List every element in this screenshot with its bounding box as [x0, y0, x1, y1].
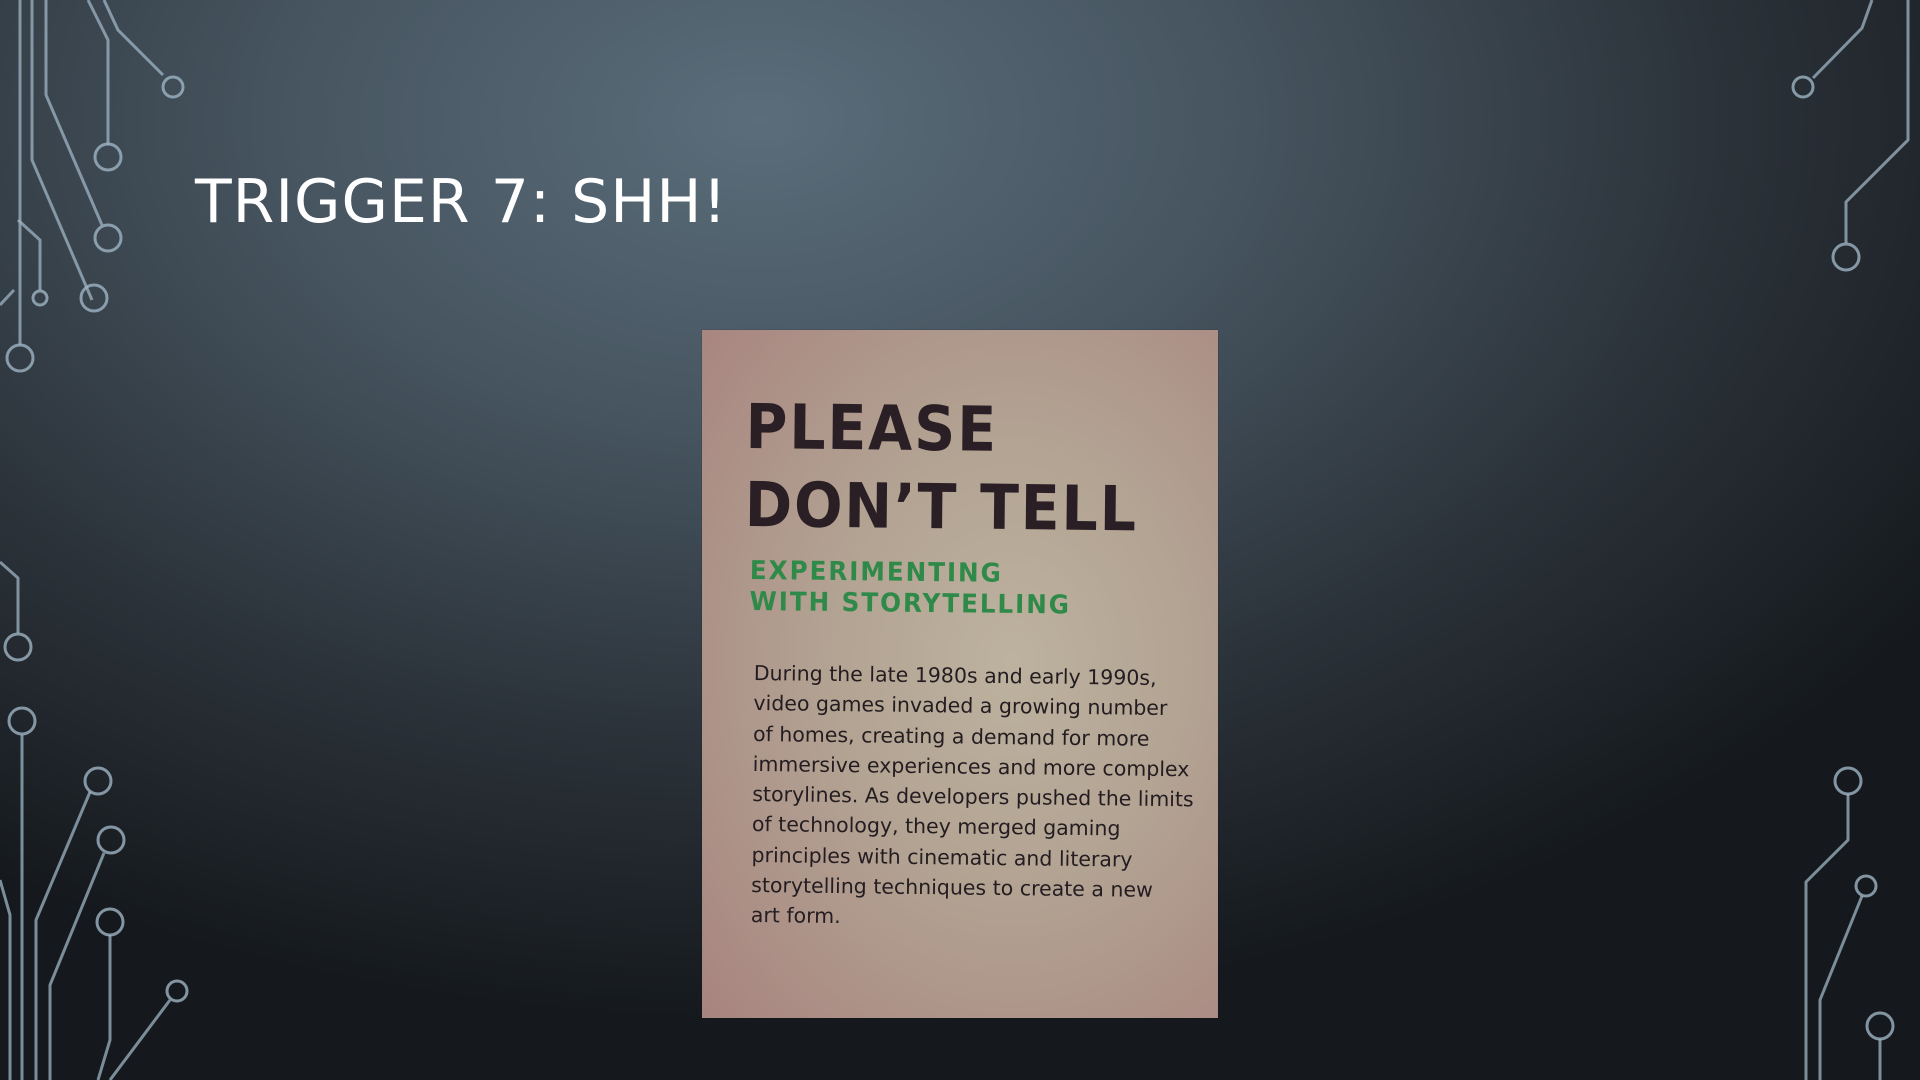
placard-subheading-line: EXPERIMENTING: [749, 556, 1003, 589]
placard-subheading-line: WITH STORYTELLING: [749, 586, 1072, 621]
placard-body-line: art form.: [750, 903, 841, 929]
placard-heading-line: DON’T TELL: [744, 467, 1139, 546]
placard-heading: PLEASE DON’T TELL: [744, 388, 1139, 548]
placard-subheading: EXPERIMENTING WITH STORYTELLING: [749, 556, 1071, 622]
exhibit-placard-photo: PLEASE DON’T TELL EXPERIMENTING WITH STO…: [702, 330, 1218, 1018]
slide-title: TRIGGER 7: SHH!: [195, 167, 728, 237]
placard-body-text: During the late 1980s and early 1990s, v…: [751, 658, 1196, 936]
placard-heading-line: PLEASE: [745, 389, 999, 466]
placard-body-line: video games invaded a growing number: [753, 691, 1168, 721]
